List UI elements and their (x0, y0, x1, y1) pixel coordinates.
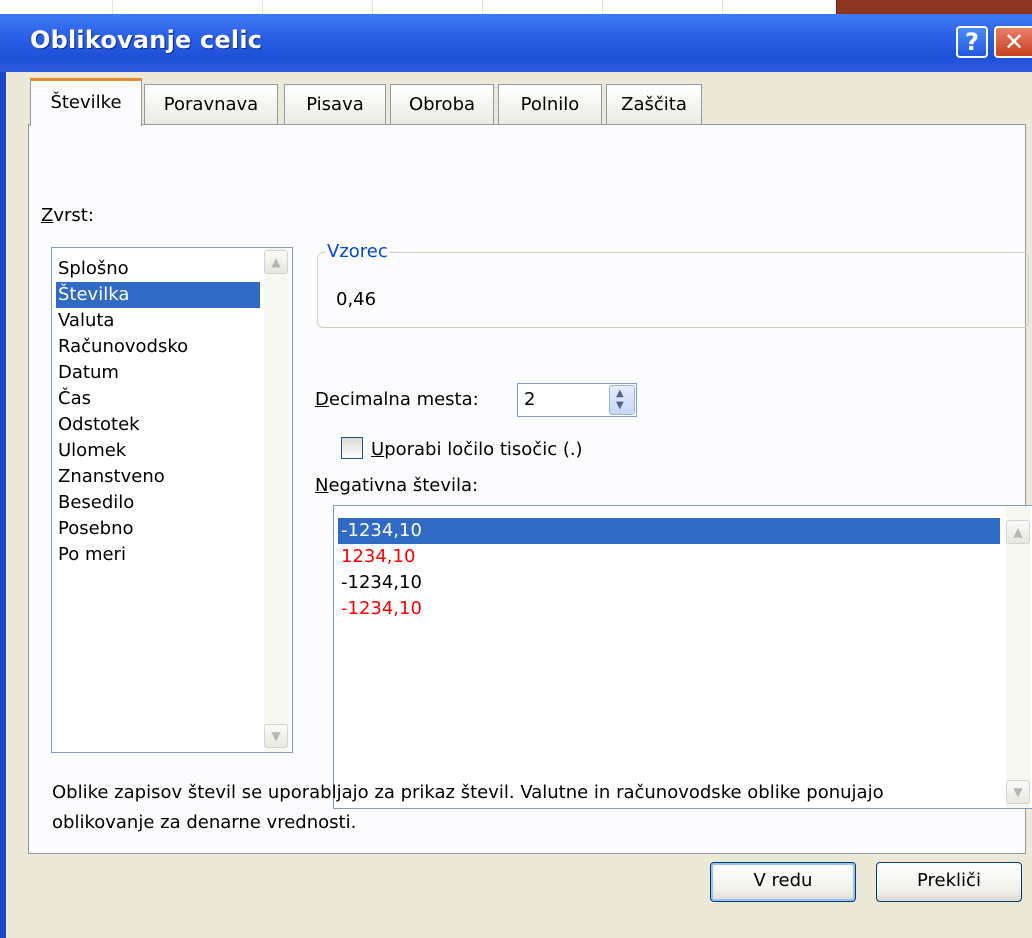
scroll-up-icon[interactable]: ▲ (1006, 520, 1030, 544)
ok-button[interactable]: V redu (710, 862, 856, 902)
background-cell (372, 0, 483, 14)
tab-zascita[interactable]: Zaščita (606, 84, 702, 124)
category-list[interactable]: Splošno Številka Valuta Računovodsko Dat… (51, 247, 293, 753)
title-bar[interactable]: Oblikovanje celic ? ✕ (0, 14, 1032, 72)
scroll-up-icon[interactable]: ▲ (264, 250, 288, 274)
list-item-selected[interactable]: Številka (56, 282, 260, 308)
negative-scrollbar[interactable]: ▲ ▼ (1006, 506, 1030, 808)
decimal-label: Decimalna mesta: (315, 389, 479, 410)
list-item[interactable]: Valuta (56, 308, 116, 334)
help-button[interactable]: ? (956, 26, 988, 58)
list-item[interactable]: Besedilo (56, 490, 136, 516)
list-item[interactable]: Znanstveno (56, 464, 167, 490)
list-item[interactable]: Računovodsko (56, 334, 190, 360)
scroll-down-icon[interactable]: ▼ (1006, 780, 1030, 804)
list-item[interactable]: -1234,10 (338, 596, 425, 622)
tab-label: Pisava (306, 94, 364, 115)
list-item[interactable]: Po meri (56, 542, 128, 568)
tab-label: Številke (50, 92, 122, 113)
spin-up-icon[interactable]: ▲ (616, 388, 624, 399)
background-cell (482, 0, 603, 14)
background-cell (262, 0, 373, 14)
dialog-body: Številke Poravnava Pisava Obroba Polnilo… (6, 72, 1032, 938)
tab-stevilke[interactable]: Številke (30, 78, 142, 126)
cancel-button[interactable]: Prekliči (876, 862, 1022, 902)
sample-legend: Vzorec (325, 241, 390, 262)
background-red-cell (836, 0, 1032, 14)
list-item[interactable]: Čas (56, 386, 93, 412)
thousands-separator-checkbox[interactable] (341, 437, 363, 459)
tab-obroba[interactable]: Obroba (390, 84, 494, 124)
list-item[interactable]: -1234,10 (338, 570, 425, 596)
thousands-separator-label[interactable]: Uporabi ločilo tisočic (.) (371, 439, 583, 460)
category-label: Zvrst: (41, 205, 94, 226)
dialog-title: Oblikovanje celic (30, 26, 263, 54)
list-item[interactable]: Ulomek (56, 438, 128, 464)
decimal-places-field[interactable]: 2 ▲ ▼ (517, 383, 637, 417)
close-button[interactable]: ✕ (994, 26, 1032, 58)
background-cell (602, 0, 723, 14)
tab-poravnava[interactable]: Poravnava (144, 84, 278, 124)
decimal-spinner[interactable]: ▲ ▼ (609, 385, 635, 415)
list-item[interactable]: 1234,10 (338, 544, 418, 570)
tab-label: Zaščita (621, 94, 687, 115)
sample-group: 0,46 (317, 252, 1029, 328)
background-cell (112, 0, 263, 14)
spin-down-icon[interactable]: ▼ (616, 400, 624, 411)
help-icon: ? (965, 28, 979, 56)
tab-label: Obroba (408, 94, 476, 115)
close-icon: ✕ (1003, 28, 1025, 56)
list-item[interactable]: Odstotek (56, 412, 142, 438)
negative-numbers-label: Negativna števila: (315, 475, 479, 496)
tab-label: Poravnava (163, 94, 259, 115)
list-item[interactable]: Datum (56, 360, 121, 386)
background-strip (0, 0, 1032, 14)
tab-panel-stevilke: Zvrst: Splošno Številka Valuta Računovod… (28, 124, 1032, 854)
category-scrollbar[interactable]: ▲ ▼ (264, 248, 288, 752)
description-text: Oblike zapisov števil se uporabljajo za … (52, 782, 884, 833)
negative-numbers-list[interactable]: -1234,10 1234,10 -1234,10 -1234,10 ▲ ▼ (333, 505, 1032, 809)
decimal-value[interactable]: 2 (524, 389, 535, 410)
scroll-down-icon[interactable]: ▼ (264, 724, 288, 748)
list-item[interactable]: Splošno (56, 256, 131, 282)
tab-pisava[interactable]: Pisava (284, 84, 386, 124)
tab-polnilo[interactable]: Polnilo (498, 84, 602, 124)
tab-label: Polnilo (520, 94, 580, 115)
background-cell (0, 0, 113, 14)
format-cells-dialog: Oblikovanje celic ? ✕ Številke Poravnava… (0, 14, 1032, 938)
sample-value: 0,46 (336, 289, 377, 310)
list-item[interactable]: Posebno (56, 516, 136, 542)
list-item-selected[interactable]: -1234,10 (338, 518, 1000, 544)
